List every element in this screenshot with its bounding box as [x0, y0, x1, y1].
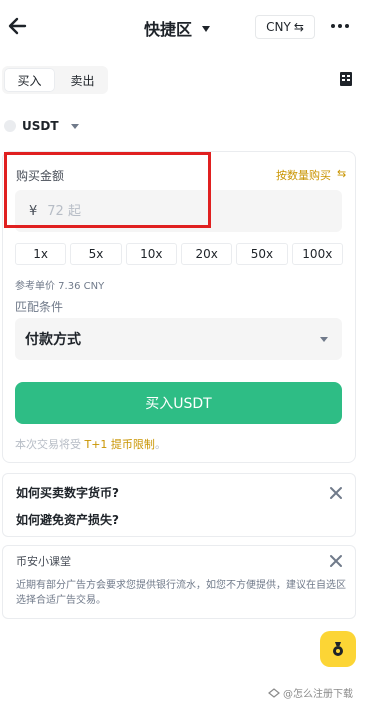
notice-suffix: 。 [154, 438, 166, 451]
multiplier-20x-button[interactable]: 20x [180, 243, 233, 265]
top-bar: 快捷区 CNY ⇆ [0, 0, 376, 56]
multiplier-1x-button[interactable]: 1x [15, 243, 67, 265]
tab-sell[interactable]: 卖出 [57, 66, 108, 94]
faq-item[interactable]: 如何避免资产损失? [16, 511, 119, 528]
asset-selector[interactable]: USDT [4, 119, 79, 133]
more-dots-icon[interactable] [331, 24, 349, 28]
academy-title: 币安小课堂 [16, 555, 71, 568]
chevron-down-icon [320, 336, 328, 342]
match-conditions-label: 匹配条件 [15, 300, 64, 314]
currency-switch-button[interactable]: CNY ⇆ [255, 15, 315, 39]
coin-icon [4, 120, 16, 132]
notice-prefix: 本次交易将受 [15, 438, 85, 451]
watermark-text: @怎么注册下载 [283, 689, 353, 700]
asset-symbol: USDT [22, 119, 59, 133]
payment-method-select[interactable]: 付款方式 [15, 318, 342, 360]
buy-sell-toggle: 买入 卖出 [2, 66, 108, 94]
currency-label: CNY [266, 20, 291, 34]
multiplier-10x-button[interactable]: 10x [125, 243, 177, 265]
reference-price: 参考单价 7.36 CNY [15, 281, 105, 292]
back-arrow-icon[interactable] [6, 14, 30, 38]
annotation-highlight-box [4, 152, 211, 228]
buy-usdt-button[interactable]: 买入USDT [15, 382, 342, 424]
watermark-logo-icon [268, 687, 280, 698]
page-title: 快捷区 [144, 20, 193, 39]
buy-by-quantity-label: 按数量购买 [276, 169, 331, 182]
payment-method-value: 付款方式 [25, 332, 81, 348]
chevron-down-icon [70, 123, 79, 129]
academy-body: 近期有部分广告方会要求您提供银行流水，如您不方便提供，建议在自选区选择合适广告交… [16, 580, 346, 606]
orders-list-icon[interactable] [339, 71, 353, 87]
multiplier-100x-button[interactable]: 100x [291, 243, 343, 265]
caret-down-icon [202, 26, 211, 32]
medal-icon[interactable] [320, 631, 356, 667]
close-icon[interactable] [329, 553, 343, 567]
notice-limit-link[interactable]: T+1 提币限制 [85, 438, 155, 451]
buy-by-quantity-link[interactable]: 按数量购买 ⇆ [276, 167, 346, 183]
swap-icon: ⇆ [293, 20, 304, 34]
page-title-dropdown[interactable]: 快捷区 [144, 16, 211, 40]
tab-buy[interactable]: 买入 [4, 68, 55, 92]
close-icon[interactable] [329, 485, 343, 499]
withdrawal-notice: 本次交易将受 T+1 提币限制。 [15, 436, 166, 452]
multiplier-50x-button[interactable]: 50x [236, 243, 288, 265]
faq-item[interactable]: 如何买卖数字货币? [16, 484, 119, 501]
swap-icon: ⇆ [337, 167, 347, 180]
multiplier-5x-button[interactable]: 5x [70, 243, 122, 265]
watermark: @怎么注册下载 [268, 685, 353, 700]
multiplier-buttons: 1x 5x 10x 20x 50x 100x [15, 243, 343, 265]
